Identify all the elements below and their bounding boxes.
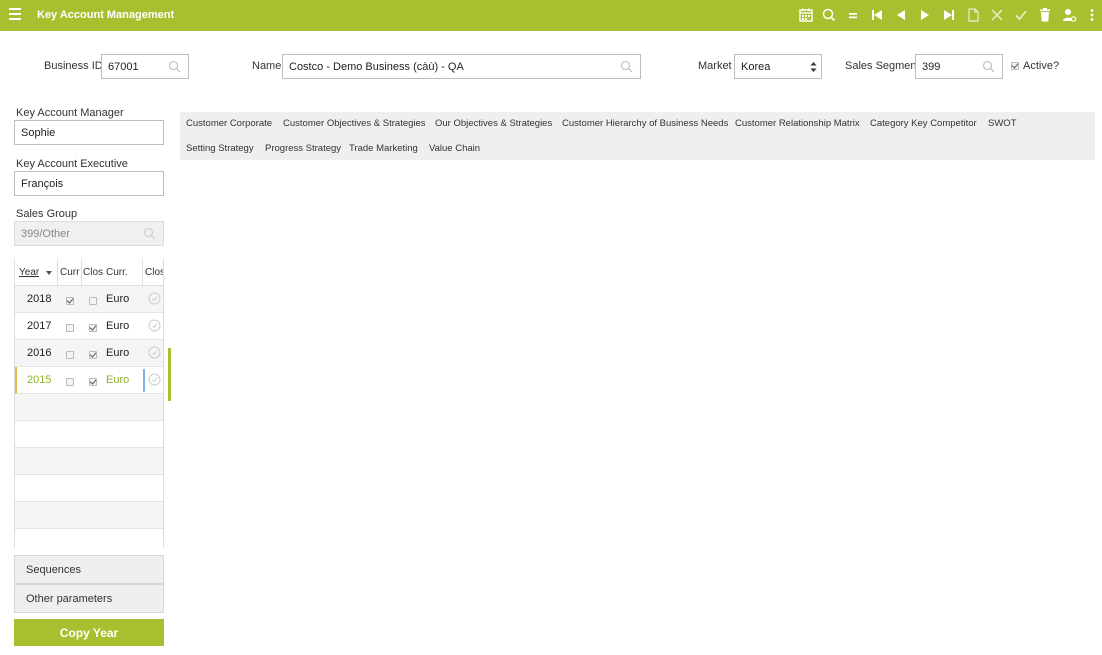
app-title: Key Account Management <box>37 9 175 21</box>
sales-group-field[interactable]: 399/Other <box>14 221 164 246</box>
tab-customer-hierarchy[interactable]: Customer Hierarchy of Business Needs <box>562 118 728 129</box>
column-closed-2[interactable]: Clos <box>145 267 163 278</box>
more-options-icon[interactable] <box>1083 6 1101 24</box>
search-icon[interactable] <box>143 227 156 240</box>
column-closed[interactable]: Clos <box>83 267 103 278</box>
market-label: Market <box>698 60 732 72</box>
kam-field[interactable]: Sophie <box>14 120 164 145</box>
empty-row <box>15 475 163 502</box>
name-field[interactable]: Costco - Demo Business (càù) - QA <box>282 54 641 79</box>
business-id-label: Business ID <box>44 60 103 72</box>
lock-status-icon[interactable] <box>148 292 161 305</box>
grid-scroll-indicator[interactable] <box>168 348 171 401</box>
new-document-icon[interactable] <box>964 6 982 24</box>
sales-group-label: Sales Group <box>16 208 78 220</box>
sales-segment-field[interactable]: 399 <box>915 54 1003 79</box>
lock-status-icon[interactable] <box>148 319 161 332</box>
market-value: Korea <box>741 61 771 73</box>
empty-row <box>15 529 163 548</box>
delete-icon[interactable] <box>1036 6 1054 24</box>
column-currency[interactable]: Curr. <box>106 267 128 278</box>
select-arrows-icon <box>810 62 817 72</box>
first-record-icon[interactable] <box>868 6 886 24</box>
tab-customer-corporate[interactable]: Customer Corporate <box>186 118 272 129</box>
sales-segment-label: Sales Segment <box>845 60 920 72</box>
name-label: Name <box>252 60 282 72</box>
year-cell: 2018 <box>27 293 52 305</box>
tab-swot[interactable]: SWOT <box>988 118 1017 129</box>
year-cell: 2015 <box>27 374 52 386</box>
empty-row <box>15 502 163 529</box>
tab-progress-strategy[interactable]: Progress Strategy <box>265 143 341 154</box>
year-cell: 2017 <box>27 320 52 332</box>
sales-segment-value: 399 <box>922 61 941 73</box>
lock-status-icon[interactable] <box>148 346 161 359</box>
search-icon[interactable] <box>620 60 633 73</box>
search-icon[interactable] <box>820 6 838 24</box>
year-grid: Year Curr Clos Curr. Clos 2018 Euro 2017… <box>14 259 164 548</box>
column-year[interactable]: Year <box>19 267 39 278</box>
closed-checkbox[interactable] <box>89 351 97 359</box>
closed-checkbox[interactable] <box>89 324 97 332</box>
active-label: Active? <box>1023 60 1060 72</box>
currency-cell: Euro <box>106 293 130 305</box>
kae-value: François <box>21 178 64 190</box>
market-select[interactable]: Korea <box>734 54 822 79</box>
current-checkbox[interactable] <box>66 351 74 359</box>
tab-customer-relationship[interactable]: Customer Relationship Matrix <box>735 118 860 129</box>
tab-our-objectives[interactable]: Our Objectives & Strategies <box>435 118 552 129</box>
focus-cursor <box>143 369 145 392</box>
table-row[interactable]: 2016 Euro <box>15 340 163 367</box>
sort-down-icon[interactable] <box>46 271 52 275</box>
current-checkbox[interactable] <box>66 297 74 305</box>
search-icon[interactable] <box>168 60 181 73</box>
kam-value: Sophie <box>21 127 56 139</box>
closed-checkbox[interactable] <box>89 378 97 386</box>
copy-year-button[interactable]: Copy Year <box>14 619 164 646</box>
empty-row <box>15 394 163 421</box>
lock-status-icon[interactable] <box>148 373 161 386</box>
name-value: Costco - Demo Business (càù) - QA <box>289 61 464 73</box>
currency-cell: Euro <box>106 320 130 332</box>
grid-header: Year Curr Clos Curr. Clos <box>15 259 163 286</box>
cancel-icon[interactable] <box>988 6 1006 24</box>
next-record-icon[interactable] <box>916 6 934 24</box>
current-checkbox[interactable] <box>66 324 74 332</box>
other-parameters-button[interactable]: Other parameters <box>14 584 164 613</box>
sequences-button[interactable]: Sequences <box>14 555 164 584</box>
empty-row <box>15 421 163 448</box>
table-row[interactable]: 2017 Euro <box>15 313 163 340</box>
column-current[interactable]: Curr <box>60 267 80 278</box>
confirm-icon[interactable] <box>1012 6 1030 24</box>
tab-customer-objectives[interactable]: Customer Objectives & Strategies <box>283 118 426 129</box>
table-row[interactable]: 2018 Euro <box>15 286 163 313</box>
closed-checkbox[interactable] <box>89 297 97 305</box>
business-id-field[interactable]: 67001 <box>101 54 189 79</box>
last-record-icon[interactable] <box>940 6 958 24</box>
tab-setting-strategy[interactable]: Setting Strategy <box>186 143 254 154</box>
calendar-icon[interactable] <box>797 6 815 24</box>
search-icon[interactable] <box>982 60 995 73</box>
kam-label: Key Account Manager <box>16 107 124 119</box>
tab-category-key-competitor[interactable]: Category Key Competitor <box>870 118 977 129</box>
kae-label: Key Account Executive <box>16 158 128 170</box>
tab-trade-marketing[interactable]: Trade Marketing <box>349 143 418 154</box>
tab-value-chain[interactable]: Value Chain <box>429 143 480 154</box>
equals-icon[interactable] <box>844 6 862 24</box>
user-settings-icon[interactable] <box>1060 6 1078 24</box>
current-checkbox[interactable] <box>66 378 74 386</box>
business-id-value: 67001 <box>108 61 139 73</box>
sales-group-value: 399/Other <box>21 228 70 240</box>
hamburger-menu-icon[interactable] <box>9 8 21 22</box>
kae-field[interactable]: François <box>14 171 164 196</box>
previous-record-icon[interactable] <box>892 6 910 24</box>
year-cell: 2016 <box>27 347 52 359</box>
empty-row <box>15 448 163 475</box>
tab-bar: Customer Corporate Customer Objectives &… <box>180 112 1095 160</box>
table-row-selected[interactable]: 2015 Euro <box>15 367 163 394</box>
currency-cell: Euro <box>106 374 130 386</box>
active-checkbox[interactable] <box>1011 62 1019 70</box>
top-bar: Key Account Management <box>0 0 1102 31</box>
currency-cell: Euro <box>106 347 130 359</box>
